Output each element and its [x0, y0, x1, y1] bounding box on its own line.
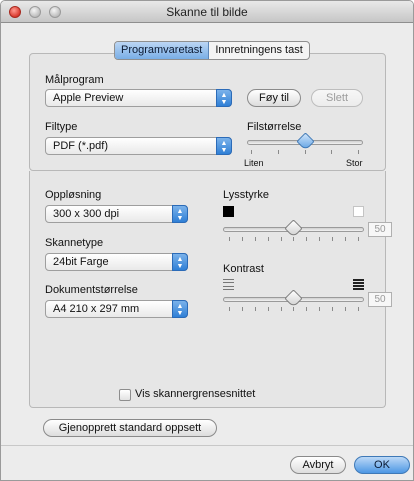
chevron-updown-icon: ▲ ▼	[172, 205, 188, 223]
tab-bar: Programvaretast Innretningens tast	[114, 41, 310, 60]
target-app-popup[interactable]: Apple Preview ▲ ▼	[45, 89, 232, 107]
scan-to-image-dialog: Skanne til bilde Programvaretast Innretn…	[0, 0, 414, 481]
file-type-label: Filtype	[45, 121, 78, 133]
chevron-updown-icon: ▲ ▼	[216, 137, 232, 155]
file-type-value: PDF (*.pdf)	[53, 140, 109, 152]
resolution-label: Oppløsning	[45, 189, 102, 201]
file-size-ticks	[251, 150, 359, 154]
file-size-min-label: Liten	[244, 158, 264, 168]
contrast-value-field[interactable]: 50	[368, 292, 392, 307]
show-scanner-interface-label: Vis skannergrensesnittet	[135, 388, 256, 400]
contrast-label: Kontrast	[223, 263, 264, 275]
contrast-ticks	[229, 307, 359, 311]
resolution-popup[interactable]: 300 x 300 dpi ▲ ▼	[45, 205, 188, 223]
brightness-label: Lysstyrke	[223, 189, 270, 201]
chevron-updown-icon: ▲ ▼	[172, 300, 188, 318]
title-bar: Skanne til bilde	[1, 1, 413, 23]
dark-square-icon	[223, 206, 234, 217]
light-square-icon	[353, 206, 364, 217]
document-size-label: Dokumentstørrelse	[45, 284, 138, 296]
tab-software-key[interactable]: Programvaretast	[115, 42, 210, 59]
chevron-updown-icon: ▲ ▼	[216, 89, 232, 107]
window-title: Skanne til bilde	[166, 5, 248, 19]
file-type-popup[interactable]: PDF (*.pdf) ▲ ▼	[45, 137, 232, 155]
resolution-value: 300 x 300 dpi	[53, 208, 120, 220]
target-app-label: Målprogram	[45, 74, 104, 86]
document-size-value: A4 210 x 297 mm	[53, 303, 140, 315]
restore-defaults-button[interactable]: Gjenopprett standard oppsett	[43, 419, 217, 437]
high-contrast-icon	[353, 279, 364, 290]
brightness-ticks	[229, 237, 359, 241]
delete-app-button[interactable]: Slett	[311, 89, 363, 107]
add-app-button[interactable]: Føy til	[247, 89, 301, 107]
scan-type-popup[interactable]: 24bit Farge ▲ ▼	[45, 253, 188, 271]
file-size-max-label: Stor	[346, 158, 363, 168]
brightness-value-field[interactable]: 50	[368, 222, 392, 237]
ok-button[interactable]: OK	[354, 456, 410, 474]
tab-device-key[interactable]: Innretningens tast	[209, 42, 308, 59]
footer-divider	[1, 445, 413, 446]
chevron-updown-icon: ▲ ▼	[172, 253, 188, 271]
show-scanner-interface-checkbox[interactable]	[119, 389, 131, 401]
low-contrast-icon	[223, 279, 234, 290]
document-size-popup[interactable]: A4 210 x 297 mm ▲ ▼	[45, 300, 188, 318]
scan-type-label: Skannetype	[45, 237, 104, 249]
cancel-button[interactable]: Avbryt	[290, 456, 346, 474]
scan-type-value: 24bit Farge	[53, 256, 109, 268]
target-app-value: Apple Preview	[53, 92, 124, 104]
file-size-label: Filstørrelse	[247, 121, 302, 133]
